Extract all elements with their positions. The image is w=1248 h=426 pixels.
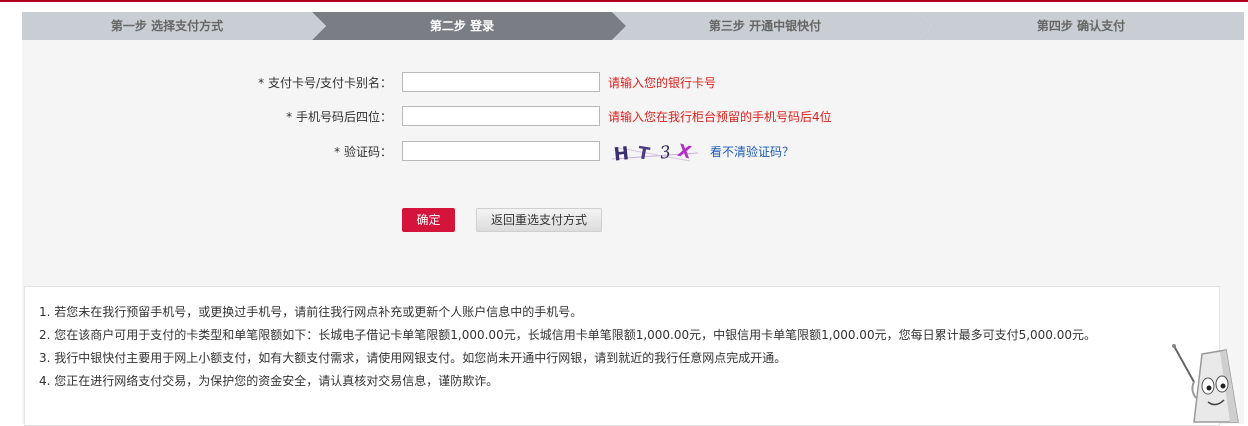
- captcha-row: * 验证码： H T 3 X 看不清验证码？: [22, 141, 1244, 167]
- notice-list: 1. 若您未在我行预留手机号，或更换过手机号，请前往我行网点补充或更新个人账户信…: [39, 301, 1096, 393]
- step-2-label: 第二步 登录: [429, 19, 495, 33]
- step-1: 第一步 选择支付方式: [22, 12, 326, 40]
- mascot-helper-icon[interactable]: [1168, 338, 1248, 424]
- step-2-arrow: [612, 12, 626, 40]
- phone-last4-input[interactable]: [402, 106, 600, 126]
- notice-item: 3. 我行中银快付主要用于网上小额支付，如有大额支付需求，请使用网银支付。如您尚…: [39, 351, 787, 365]
- step-progress-bar: 第一步 选择支付方式 第二步 登录 第三步 开通中银快付 第四步 确认支付: [22, 12, 1244, 40]
- phone-last4-hint: 请输入您在我行柜台预留的手机号码后4位: [608, 110, 832, 124]
- step-1-label: 第一步 选择支付方式: [110, 19, 224, 33]
- captcha-input[interactable]: [402, 141, 600, 161]
- notice-item: 1. 若您未在我行预留手机号，或更换过手机号，请前往我行网点补充或更新个人账户信…: [39, 305, 583, 319]
- notice-item: 4. 您正在进行网络支付交易，为保护您的资金安全，请认真核对交易信息，谨防欺诈。: [39, 374, 499, 388]
- captcha-label: * 验证码：: [334, 145, 392, 159]
- step-3-label: 第三步 开通中银快付: [708, 19, 822, 33]
- login-panel: * 支付卡号/支付卡别名： 请输入您的银行卡号 * 手机号码后四位： 请输入您在…: [22, 40, 1244, 426]
- top-accent-line: [0, 0, 1248, 2]
- card-number-label: * 支付卡号/支付卡别名：: [258, 76, 392, 90]
- refresh-captcha-link[interactable]: 看不清验证码？: [710, 141, 794, 163]
- notice-box: 1. 若您未在我行预留手机号，或更换过手机号，请前往我行网点补充或更新个人账户信…: [24, 286, 1220, 426]
- back-to-payment-method-button[interactable]: 返回重选支付方式: [476, 208, 602, 232]
- step-2: 第二步 登录: [312, 12, 626, 40]
- step-3: 第三步 开通中银快付: [612, 12, 932, 40]
- step-4-label: 第四步 确认支付: [1036, 19, 1126, 33]
- phone-last4-label: * 手机号码后四位：: [286, 110, 392, 124]
- confirm-button[interactable]: 确定: [402, 208, 455, 232]
- phone-last4-row: * 手机号码后四位： 请输入您在我行柜台预留的手机号码后4位: [22, 106, 1244, 128]
- card-number-input[interactable]: [402, 72, 600, 92]
- step-4: 第四步 确认支付: [918, 12, 1244, 40]
- captcha-char-1: H: [613, 143, 630, 165]
- step-3-arrow: [918, 12, 932, 40]
- card-number-row: * 支付卡号/支付卡别名： 请输入您的银行卡号: [22, 72, 1244, 94]
- step-1-arrow: [312, 12, 326, 40]
- card-number-hint: 请输入您的银行卡号: [608, 76, 717, 90]
- notice-item: 2. 您在该商户可用于支付的卡类型和单笔限额如下：长城电子借记卡单笔限额1,00…: [39, 328, 1097, 342]
- captcha-image[interactable]: H T 3 X: [610, 141, 702, 165]
